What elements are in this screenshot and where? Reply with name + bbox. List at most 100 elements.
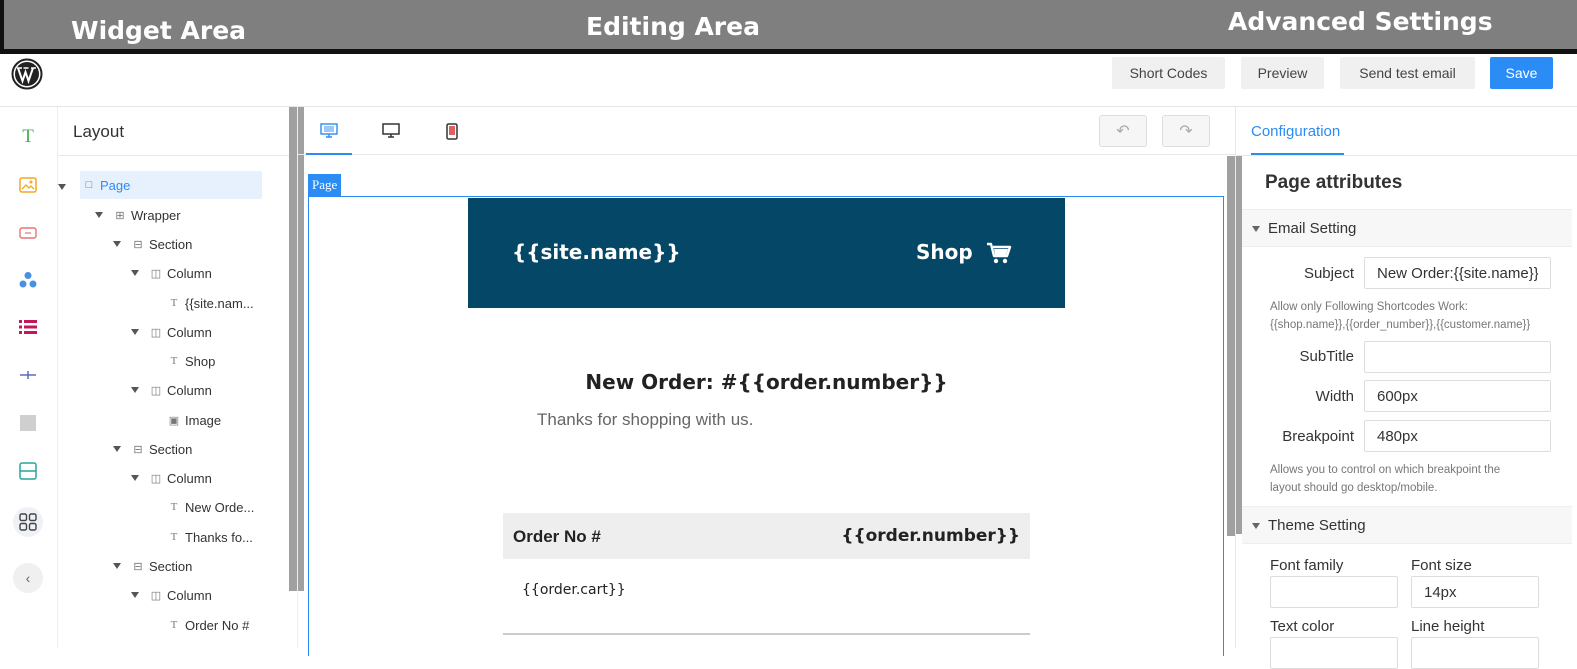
tree-node-image[interactable]: ▣ Image — [167, 406, 221, 434]
tree-node-text[interactable]: T {{site.nam... — [167, 289, 254, 317]
image-widget-icon[interactable] — [17, 174, 39, 196]
breakpoint-hint-line: layout should go desktop/mobile. — [1270, 482, 1438, 494]
widget-icon-bar: T ‹ — [0, 107, 58, 648]
caret-down-icon[interactable] — [113, 241, 121, 247]
list-widget-icon[interactable] — [17, 316, 39, 338]
text-icon: T — [170, 531, 178, 543]
caret-down-icon[interactable] — [131, 329, 139, 335]
email-header[interactable]: {{site.name}} Shop — [468, 198, 1065, 308]
tree-node-column[interactable]: ◫ Column — [131, 259, 212, 287]
theme-setting-header[interactable]: Theme Setting — [1242, 506, 1572, 544]
text-color-picker[interactable] — [1270, 637, 1398, 669]
grid-widget-icon[interactable] — [13, 507, 43, 537]
desktop-preview-icon[interactable] — [319, 121, 339, 141]
caret-down-icon[interactable] — [113, 446, 121, 452]
text-widget-icon[interactable]: T — [17, 126, 39, 148]
tree-node-section[interactable]: ⊟ Section — [113, 435, 192, 463]
breakpoint-label: Breakpoint — [1282, 428, 1354, 445]
order-title[interactable]: New Order: #{{order.number}} — [468, 370, 1065, 394]
section-icon: ⊟ — [133, 443, 143, 456]
caret-down-icon — [1252, 226, 1260, 232]
widget-area-label: Widget Area — [71, 16, 247, 45]
redo-button[interactable]: ↷ — [1162, 115, 1210, 147]
tree-node-text[interactable]: T Shop — [167, 347, 216, 375]
page-attributes-title: Page attributes — [1265, 172, 1403, 193]
save-button[interactable]: Save — [1490, 57, 1553, 89]
font-family-input[interactable] — [1270, 576, 1398, 608]
text-icon: T — [170, 297, 178, 309]
page-tag: Page — [308, 174, 342, 196]
preview-button[interactable]: Preview — [1241, 57, 1324, 89]
undo-button[interactable]: ↶ — [1099, 115, 1147, 147]
column-icon: ◫ — [150, 384, 162, 397]
tree-node-column[interactable]: ◫ Column — [131, 376, 212, 404]
tab-configuration[interactable]: Configuration — [1251, 123, 1340, 140]
mobile-icon[interactable] — [442, 121, 462, 141]
order-number-row[interactable]: Order No # {{order.number}} — [503, 513, 1030, 559]
tree-node-label: Thanks fo... — [185, 529, 253, 545]
font-size-input[interactable] — [1411, 576, 1539, 608]
monitor-icon[interactable] — [381, 121, 401, 141]
breakpoint-input[interactable] — [1364, 420, 1551, 452]
subtitle-input[interactable] — [1364, 341, 1551, 373]
tree-node-section[interactable]: ⊟ Section — [113, 230, 192, 258]
short-codes-button[interactable]: Short Codes — [1112, 57, 1225, 89]
device-tabs: ↶ ↷ — [298, 107, 1235, 155]
caret-down-icon[interactable] — [131, 387, 139, 393]
caret-down-icon[interactable] — [131, 270, 139, 276]
caret-down-icon[interactable] — [131, 592, 139, 598]
cart-icon[interactable] — [986, 241, 1012, 265]
subject-hint: Allow only Following Shortcodes Work: {{… — [1270, 298, 1570, 334]
top-toolbar: Short Codes Preview Send test email Save — [0, 54, 1577, 107]
tree-node-label: Section — [149, 236, 193, 252]
thanks-text[interactable]: Thanks for shopping with us. — [537, 410, 753, 430]
order-cart-text[interactable]: {{order.cart}} — [522, 582, 626, 598]
shop-text[interactable]: Shop — [916, 240, 973, 264]
annotation-banner: Widget Area Editing Area Advanced Settin… — [0, 0, 1577, 54]
caret-down-icon[interactable] — [113, 563, 121, 569]
width-input[interactable] — [1364, 380, 1551, 412]
text-icon: T — [170, 355, 178, 367]
layout-panel: Layout □ Page ⊞ Wrapper ⊟ Section ◫ Colu… — [58, 107, 298, 648]
social-widget-icon[interactable] — [17, 269, 39, 291]
tree-node-text[interactable]: T Order No # — [167, 611, 250, 639]
tree-node-column[interactable]: ◫ Column — [131, 464, 212, 492]
site-name-text[interactable]: {{site.name}} — [512, 240, 681, 264]
text-icon: T — [170, 619, 178, 631]
order-no-label: Order No # — [513, 527, 601, 546]
tree-node-wrapper[interactable]: ⊞ Wrapper — [95, 201, 181, 229]
panel-resize-handle[interactable] — [298, 107, 304, 591]
table-divider — [503, 633, 1030, 635]
column-icon: ◫ — [150, 589, 162, 602]
email-setting-header[interactable]: Email Setting — [1242, 209, 1572, 247]
layout-scrollbar[interactable] — [289, 107, 297, 591]
spacer-widget-icon[interactable] — [17, 412, 39, 434]
caret-down-icon[interactable] — [131, 475, 139, 481]
section-widget-icon[interactable] — [17, 460, 39, 482]
config-divider — [1236, 155, 1577, 156]
caret-down-icon[interactable] — [95, 212, 103, 218]
tree-node-label: Shop — [185, 353, 216, 369]
breakpoint-hint-line: Allows you to control on which breakpoin… — [1270, 464, 1501, 476]
line-height-input[interactable] — [1411, 637, 1539, 669]
divider-widget-icon[interactable] — [17, 364, 39, 386]
collapse-sidebar-icon[interactable]: ‹ — [13, 563, 43, 593]
theme-setting-label: Theme Setting — [1268, 517, 1366, 534]
editor-scrollbar[interactable] — [1227, 156, 1235, 536]
order-no-value: {{order.number}} — [841, 526, 1020, 546]
tree-node-column[interactable]: ◫ Column — [131, 318, 212, 346]
wordpress-logo-icon[interactable] — [11, 58, 43, 90]
tree-node-label: Column — [167, 382, 212, 398]
caret-down-icon[interactable] — [58, 183, 66, 190]
tree-node-label: New Orde... — [185, 499, 255, 515]
section-icon: ⊟ — [133, 560, 143, 573]
tree-node-text[interactable]: T Thanks fo... — [167, 523, 253, 551]
tree-node-page[interactable]: □ Page — [58, 171, 262, 199]
tree-node-column[interactable]: ◫ Column — [131, 581, 212, 609]
tree-node-section[interactable]: ⊟ Section — [113, 552, 192, 580]
send-test-email-button[interactable]: Send test email — [1340, 57, 1475, 89]
button-widget-icon[interactable] — [17, 222, 39, 244]
subject-input[interactable] — [1364, 257, 1551, 289]
tree-node-text[interactable]: T New Orde... — [167, 493, 255, 521]
column-icon: ◫ — [150, 267, 162, 280]
